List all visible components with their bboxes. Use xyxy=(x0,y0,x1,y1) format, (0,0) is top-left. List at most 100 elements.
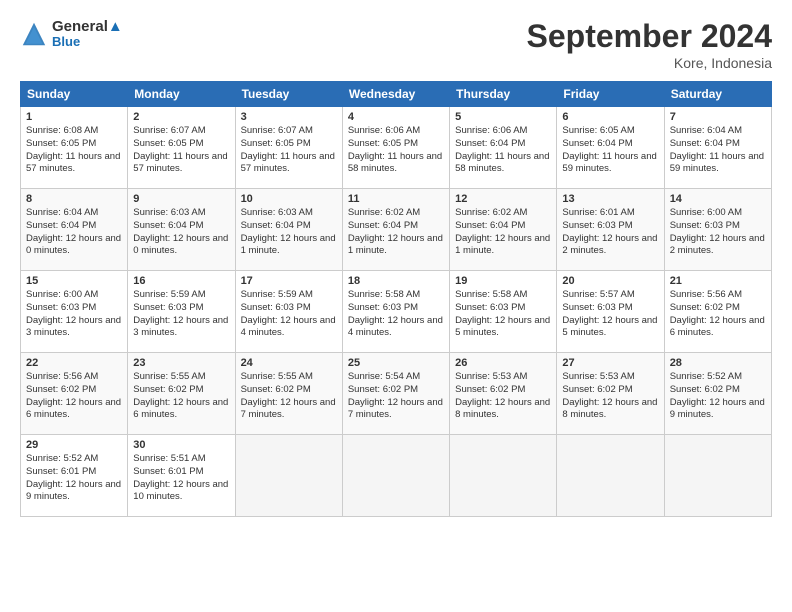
calendar-cell: 18 Sunrise: 5:58 AMSunset: 6:03 PMDayligh… xyxy=(342,271,449,353)
calendar-week-3: 15Sunrise: 6:00 AMSunset: 6:03 PMDayligh… xyxy=(21,271,772,353)
col-header-thursday: Thursday xyxy=(450,82,557,107)
calendar-cell: 9Sunrise: 6:03 AMSunset: 6:04 PMDaylight… xyxy=(128,189,235,271)
day-info: Sunrise: 5:53 AMSunset: 6:02 PMDaylight:… xyxy=(562,371,658,422)
day-info: Sunrise: 5:54 AMSunset: 6:02 PMDaylight:… xyxy=(348,371,444,422)
col-header-sunday: Sunday xyxy=(21,82,128,107)
day-number: 11 xyxy=(348,193,444,205)
calendar-cell: 21 Sunrise: 5:56 AMSunset: 6:02 PMDayligh… xyxy=(664,271,771,353)
day-info: Sunrise: 6:04 AMSunset: 6:04 PMDaylight:… xyxy=(670,125,766,176)
day-info: Sunrise: 6:06 AMSunset: 6:05 PMDaylight:… xyxy=(348,125,444,176)
day-number: 8 xyxy=(26,193,122,205)
header: General▲ Blue September 2024 Kore, Indon… xyxy=(20,18,772,71)
day-info: Sunrise: 6:07 AMSunset: 6:05 PMDaylight:… xyxy=(241,125,337,176)
calendar-cell: 11 Sunrise: 6:02 AMSunset: 6:04 PMDayligh… xyxy=(342,189,449,271)
calendar-cell: 23 Sunrise: 5:55 AMSunset: 6:02 PMDayligh… xyxy=(128,353,235,435)
day-number: 7 xyxy=(670,111,766,123)
day-number: 16 xyxy=(133,275,229,287)
calendar-cell: 26 Sunrise: 5:53 AMSunset: 6:02 PMDayligh… xyxy=(450,353,557,435)
calendar-cell xyxy=(557,435,664,517)
day-number: 6 xyxy=(562,111,658,123)
day-info: Sunrise: 5:52 AMSunset: 6:02 PMDaylight:… xyxy=(670,371,766,422)
day-info: Sunrise: 6:01 AMSunset: 6:03 PMDaylight:… xyxy=(562,207,658,258)
page: General▲ Blue September 2024 Kore, Indon… xyxy=(0,0,792,527)
calendar-week-4: 22 Sunrise: 5:56 AMSunset: 6:02 PMDayligh… xyxy=(21,353,772,435)
day-info: Sunrise: 5:56 AMSunset: 6:02 PMDaylight:… xyxy=(26,371,122,422)
logo-icon xyxy=(20,20,48,48)
calendar-cell: 28Sunrise: 5:52 AMSunset: 6:02 PMDayligh… xyxy=(664,353,771,435)
day-number: 27 xyxy=(562,357,658,369)
day-number: 21 xyxy=(670,275,766,287)
day-number: 2 xyxy=(133,111,229,123)
day-info: Sunrise: 6:02 AMSunset: 6:04 PMDaylight:… xyxy=(348,207,444,258)
calendar-cell: 14 Sunrise: 6:00 AMSunset: 6:03 PMDayligh… xyxy=(664,189,771,271)
day-info: Sunrise: 6:05 AMSunset: 6:04 PMDaylight:… xyxy=(562,125,658,176)
day-info: Sunrise: 6:04 AMSunset: 6:04 PMDaylight:… xyxy=(26,207,122,258)
day-number: 22 xyxy=(26,357,122,369)
calendar-cell xyxy=(664,435,771,517)
calendar-cell: 2 Sunrise: 6:07 AMSunset: 6:05 PMDaylight… xyxy=(128,107,235,189)
col-header-saturday: Saturday xyxy=(664,82,771,107)
calendar-cell: 13Sunrise: 6:01 AMSunset: 6:03 PMDayligh… xyxy=(557,189,664,271)
calendar-cell: 10 Sunrise: 6:03 AMSunset: 6:04 PMDayligh… xyxy=(235,189,342,271)
day-info: Sunrise: 5:55 AMSunset: 6:02 PMDaylight:… xyxy=(133,371,229,422)
title-block: September 2024 Kore, Indonesia xyxy=(527,18,772,71)
col-header-monday: Monday xyxy=(128,82,235,107)
logo: General▲ Blue xyxy=(20,18,123,50)
calendar-cell xyxy=(450,435,557,517)
calendar-cell: 20 Sunrise: 5:57 AMSunset: 6:03 PMDayligh… xyxy=(557,271,664,353)
calendar-cell: 3 Sunrise: 6:07 AMSunset: 6:05 PMDaylight… xyxy=(235,107,342,189)
day-number: 20 xyxy=(562,275,658,287)
calendar-cell xyxy=(235,435,342,517)
calendar-cell: 12 Sunrise: 6:02 AMSunset: 6:04 PMDayligh… xyxy=(450,189,557,271)
location: Kore, Indonesia xyxy=(527,55,772,71)
day-number: 4 xyxy=(348,111,444,123)
logo-text: General▲ Blue xyxy=(52,18,123,50)
calendar-cell xyxy=(342,435,449,517)
calendar-cell: 5 Sunrise: 6:06 AMSunset: 6:04 PMDaylight… xyxy=(450,107,557,189)
day-info: Sunrise: 5:57 AMSunset: 6:03 PMDaylight:… xyxy=(562,289,658,340)
day-number: 12 xyxy=(455,193,551,205)
day-info: Sunrise: 6:07 AMSunset: 6:05 PMDaylight:… xyxy=(133,125,229,176)
calendar-week-2: 8 Sunrise: 6:04 AMSunset: 6:04 PMDaylight… xyxy=(21,189,772,271)
calendar-cell: 8 Sunrise: 6:04 AMSunset: 6:04 PMDaylight… xyxy=(21,189,128,271)
day-info: Sunrise: 5:52 AMSunset: 6:01 PMDaylight:… xyxy=(26,453,122,504)
day-info: Sunrise: 6:08 AMSunset: 6:05 PMDaylight:… xyxy=(26,125,122,176)
day-info: Sunrise: 5:56 AMSunset: 6:02 PMDaylight:… xyxy=(670,289,766,340)
day-number: 14 xyxy=(670,193,766,205)
day-number: 3 xyxy=(241,111,337,123)
calendar-cell: 6 Sunrise: 6:05 AMSunset: 6:04 PMDaylight… xyxy=(557,107,664,189)
calendar-table: SundayMondayTuesdayWednesdayThursdayFrid… xyxy=(20,81,772,517)
day-number: 1 xyxy=(26,111,122,123)
day-number: 26 xyxy=(455,357,551,369)
day-info: Sunrise: 6:06 AMSunset: 6:04 PMDaylight:… xyxy=(455,125,551,176)
calendar-cell: 30Sunrise: 5:51 AMSunset: 6:01 PMDayligh… xyxy=(128,435,235,517)
day-info: Sunrise: 5:53 AMSunset: 6:02 PMDaylight:… xyxy=(455,371,551,422)
day-info: Sunrise: 6:00 AMSunset: 6:03 PMDaylight:… xyxy=(670,207,766,258)
calendar-cell: 7 Sunrise: 6:04 AMSunset: 6:04 PMDaylight… xyxy=(664,107,771,189)
day-number: 24 xyxy=(241,357,337,369)
day-number: 19 xyxy=(455,275,551,287)
col-header-tuesday: Tuesday xyxy=(235,82,342,107)
calendar-cell: 22 Sunrise: 5:56 AMSunset: 6:02 PMDayligh… xyxy=(21,353,128,435)
col-header-wednesday: Wednesday xyxy=(342,82,449,107)
calendar-week-5: 29 Sunrise: 5:52 AMSunset: 6:01 PMDayligh… xyxy=(21,435,772,517)
day-number: 25 xyxy=(348,357,444,369)
day-number: 23 xyxy=(133,357,229,369)
day-number: 29 xyxy=(26,439,122,451)
day-number: 5 xyxy=(455,111,551,123)
calendar-week-1: 1 Sunrise: 6:08 AMSunset: 6:05 PMDaylight… xyxy=(21,107,772,189)
day-info: Sunrise: 5:51 AMSunset: 6:01 PMDaylight:… xyxy=(133,453,229,504)
day-number: 18 xyxy=(348,275,444,287)
day-info: Sunrise: 6:03 AMSunset: 6:04 PMDaylight:… xyxy=(133,207,229,258)
day-info: Sunrise: 5:59 AMSunset: 6:03 PMDaylight:… xyxy=(241,289,337,340)
calendar-cell: 19Sunrise: 5:58 AMSunset: 6:03 PMDayligh… xyxy=(450,271,557,353)
day-info: Sunrise: 6:03 AMSunset: 6:04 PMDaylight:… xyxy=(241,207,337,258)
day-number: 10 xyxy=(241,193,337,205)
day-number: 17 xyxy=(241,275,337,287)
calendar-cell: 24Sunrise: 5:55 AMSunset: 6:02 PMDayligh… xyxy=(235,353,342,435)
calendar-cell: 1 Sunrise: 6:08 AMSunset: 6:05 PMDaylight… xyxy=(21,107,128,189)
day-info: Sunrise: 6:02 AMSunset: 6:04 PMDaylight:… xyxy=(455,207,551,258)
calendar-cell: 17 Sunrise: 5:59 AMSunset: 6:03 PMDayligh… xyxy=(235,271,342,353)
calendar-cell: 25 Sunrise: 5:54 AMSunset: 6:02 PMDayligh… xyxy=(342,353,449,435)
day-info: Sunrise: 5:58 AMSunset: 6:03 PMDaylight:… xyxy=(348,289,444,340)
